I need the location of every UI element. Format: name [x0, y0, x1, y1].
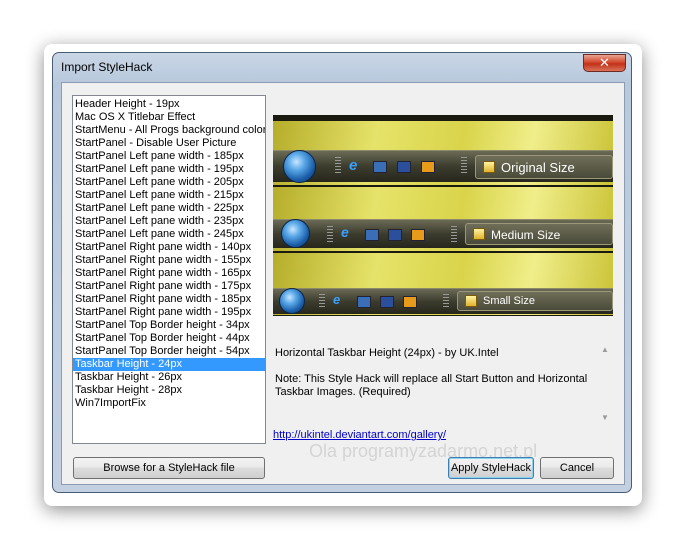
description-box: Horizontal Taskbar Height (24px) - by UK… [273, 342, 610, 424]
media-player-icon [421, 161, 435, 173]
media-player-icon [411, 229, 425, 241]
grip-icon [335, 157, 341, 175]
ie-icon: e [333, 292, 341, 307]
list-item[interactable]: StartPanel Right pane width - 165px [73, 267, 265, 280]
list-item[interactable]: StartPanel Left pane width - 195px [73, 163, 265, 176]
author-gallery-link[interactable]: http://ukintel.deviantart.com/gallery/ [273, 429, 446, 441]
list-item[interactable]: Taskbar Height - 24px [73, 358, 265, 371]
preview-taskbar-original: e Original Size [273, 150, 613, 183]
list-item[interactable]: StartPanel Top Border height - 44px [73, 332, 265, 345]
preview-taskbar-medium: e Medium Size [273, 219, 613, 248]
media-player-icon [403, 296, 417, 308]
switch-windows-icon [397, 161, 411, 173]
list-item[interactable]: StartPanel Top Border height - 34px [73, 319, 265, 332]
grip-icon [327, 226, 333, 242]
close-icon: ✕ [599, 55, 610, 70]
taskbar-button-original: Original Size [475, 155, 613, 179]
list-item[interactable]: Taskbar Height - 28px [73, 384, 265, 397]
desktop-icon [357, 296, 371, 308]
list-item[interactable]: StartPanel Right pane width - 195px [73, 306, 265, 319]
list-item[interactable]: StartPanel Left pane width - 215px [73, 189, 265, 202]
medium-size-label: Medium Size [491, 228, 561, 242]
list-item[interactable]: StartPanel Top Border height - 54px [73, 345, 265, 358]
list-item[interactable]: Header Height - 19px [73, 98, 265, 111]
folder-icon [465, 295, 477, 307]
scroll-down-icon[interactable]: ▼ [601, 413, 609, 422]
ie-icon: e [341, 224, 349, 240]
start-orb-icon [281, 219, 310, 248]
close-button[interactable]: ✕ [583, 54, 626, 72]
small-size-label: Small Size [483, 295, 535, 307]
grip-icon [319, 294, 325, 308]
cancel-button[interactable]: Cancel [540, 457, 614, 479]
switch-windows-icon [380, 296, 394, 308]
apply-stylehack-button[interactable]: Apply StyleHack [448, 457, 534, 479]
taskbar-preview-image: e Original Size e Medium Size e Small Si… [273, 115, 613, 316]
import-stylehack-dialog: Import StyleHack ✕ Header Height - 19px M… [52, 52, 632, 493]
desktop-icon [365, 229, 379, 241]
list-item[interactable]: StartPanel Right pane width - 140px [73, 241, 265, 254]
window-title: Import StyleHack [61, 60, 153, 74]
folder-icon [483, 161, 495, 173]
start-orb-icon [279, 288, 305, 314]
dialog-client-area: Header Height - 19px Mac OS X Titlebar Ef… [61, 82, 625, 485]
switch-windows-icon [388, 229, 402, 241]
grip-icon [461, 157, 467, 175]
taskbar-button-medium: Medium Size [465, 223, 613, 245]
list-item[interactable]: StartPanel Right pane width - 175px [73, 280, 265, 293]
list-item[interactable]: StartPanel Right pane width - 155px [73, 254, 265, 267]
list-item[interactable]: StartPanel Left pane width - 235px [73, 215, 265, 228]
description-title: Horizontal Taskbar Height (24px) - by UK… [275, 347, 499, 359]
list-item[interactable]: Mac OS X Titlebar Effect [73, 111, 265, 124]
list-item[interactable]: Taskbar Height - 26px [73, 371, 265, 384]
title-bar[interactable]: Import StyleHack ✕ [53, 53, 631, 81]
description-note: Note: This Style Hack will replace all S… [275, 373, 588, 398]
ie-icon: e [349, 157, 358, 174]
description-scrollbar[interactable]: ▲ ▼ [598, 345, 612, 422]
stylehack-list[interactable]: Header Height - 19px Mac OS X Titlebar Ef… [72, 95, 266, 444]
original-size-label: Original Size [501, 160, 575, 175]
list-item[interactable]: StartPanel Right pane width - 185px [73, 293, 265, 306]
grip-icon [443, 294, 449, 308]
desktop-icon [373, 161, 387, 173]
list-item[interactable]: StartPanel - Disable User Picture [73, 137, 265, 150]
preview-taskbar-small: e Small Size [273, 288, 613, 314]
browse-stylehack-button[interactable]: Browse for a StyleHack file [73, 457, 265, 479]
scroll-up-icon[interactable]: ▲ [601, 345, 609, 354]
list-item[interactable]: StartMenu - All Progs background color [73, 124, 265, 137]
list-item[interactable]: StartPanel Left pane width - 185px [73, 150, 265, 163]
grip-icon [451, 226, 457, 242]
list-item[interactable]: StartPanel Left pane width - 205px [73, 176, 265, 189]
folder-icon [473, 228, 485, 240]
start-orb-icon [283, 150, 316, 183]
list-item[interactable]: Win7ImportFix [73, 397, 265, 410]
list-item[interactable]: StartPanel Left pane width - 225px [73, 202, 265, 215]
taskbar-button-small: Small Size [457, 291, 613, 311]
list-item[interactable]: StartPanel Left pane width - 245px [73, 228, 265, 241]
